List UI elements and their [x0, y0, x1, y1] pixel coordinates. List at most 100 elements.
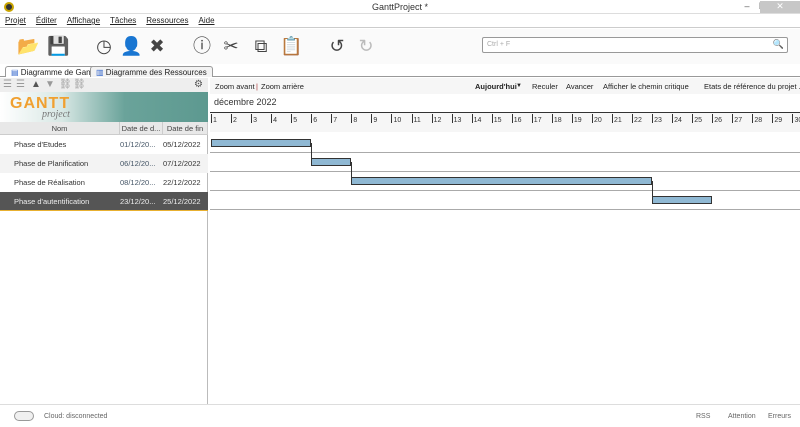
task-end: 05/12/2022: [163, 140, 201, 149]
day-tick: 30: [792, 114, 800, 124]
day-tick: 9: [371, 114, 377, 124]
menu-projet[interactable]: Projet: [5, 16, 26, 25]
day-tick: 25: [692, 114, 702, 124]
day-tick: 28: [752, 114, 762, 124]
zoom-in-link[interactable]: Zoom avant: [215, 82, 255, 91]
gantt-nav-bar: Zoom avant | Zoom arrière Aujourd'hui ▼ …: [210, 78, 800, 94]
search-icon[interactable]: 🔍: [773, 39, 784, 50]
task-name: Phase d'Etudes: [14, 140, 67, 149]
resources-tab-icon: ▥: [96, 68, 106, 77]
menu-affichage[interactable]: Affichage: [67, 16, 100, 25]
day-tick: 6: [311, 114, 317, 124]
errors-link[interactable]: Erreurs: [768, 413, 791, 420]
task-name: Phase de Réalisation: [14, 178, 85, 187]
title-bar: GanttProject * – ❐ ✕: [0, 0, 800, 14]
task-bar[interactable]: [652, 196, 713, 204]
menu-editer[interactable]: Éditer: [36, 16, 57, 25]
table-row-selected[interactable]: Phase d'autentification 23/12/20... 25/1…: [0, 192, 208, 211]
settings-gear-icon[interactable]: ⚙: [194, 79, 203, 90]
status-bar: Cloud: disconnected RSS Attention Erreur…: [0, 404, 800, 427]
day-tick: 2: [231, 114, 237, 124]
day-tick: 22: [632, 114, 642, 124]
today-dropdown[interactable]: Aujourd'hui: [475, 82, 517, 91]
move-up-icon[interactable]: ▲: [31, 79, 41, 90]
task-start: 06/12/20...: [120, 159, 156, 168]
back-link[interactable]: Reculer: [532, 82, 558, 91]
window-title: GanttProject *: [371, 2, 429, 12]
ganttproject-banner: GANTT project: [0, 92, 208, 122]
baselines-link[interactable]: Etats de référence du projet ...: [704, 82, 800, 91]
day-tick: 8: [351, 114, 357, 124]
outdent-icon[interactable]: ☰: [3, 79, 12, 90]
day-tick: 7: [331, 114, 337, 124]
day-tick: 3: [251, 114, 257, 124]
month-label: décembre 2022: [214, 97, 277, 107]
task-table-header: Nom Date de d... Date de fin: [0, 122, 208, 135]
day-tick: 10: [391, 114, 401, 124]
tab-gantt-label: Diagramme de Gantt: [20, 68, 96, 77]
day-tick: 15: [491, 114, 501, 124]
task-bar[interactable]: [211, 139, 312, 147]
column-name[interactable]: Nom: [0, 122, 120, 134]
save-icon[interactable]: 💾: [47, 35, 69, 57]
gantt-chart: Zoom avant | Zoom arrière Aujourd'hui ▼ …: [210, 78, 800, 404]
day-scale: 1 2 3 4 5 6 7 8 9 10 11 12 13 14 15 16 17 18 19 20 21 22 23 24 2…: [210, 112, 800, 132]
critical-path-link[interactable]: Afficher le chemin critique: [603, 82, 689, 91]
cloud-toggle[interactable]: [14, 411, 34, 421]
task-bar[interactable]: [311, 158, 352, 166]
task-panel: ☰ ☰ ▲ ▼ ⛓ ⛓ ⚙ GANTT project Nom Date de …: [0, 78, 208, 404]
link-icon[interactable]: ⛓: [59, 79, 72, 90]
forward-link[interactable]: Avancer: [566, 82, 593, 91]
column-start-date[interactable]: Date de d...: [120, 122, 163, 134]
info-icon[interactable]: ⓘ: [191, 35, 213, 57]
user-icon[interactable]: 👤: [120, 35, 142, 57]
table-row[interactable]: Phase de Planification 06/12/20... 07/12…: [0, 154, 208, 173]
cut-icon[interactable]: ✂: [220, 35, 242, 57]
task-start: 01/12/20...: [120, 140, 156, 149]
rss-link[interactable]: RSS: [696, 413, 710, 420]
indent-icon[interactable]: ☰: [16, 79, 25, 90]
day-tick: 18: [551, 114, 562, 124]
clock-icon[interactable]: ◷: [93, 35, 115, 57]
day-tick: 21: [612, 114, 622, 124]
day-tick: 1: [211, 114, 217, 124]
move-down-icon[interactable]: ▼: [45, 79, 55, 90]
zoom-out-link[interactable]: Zoom arrière: [261, 82, 304, 91]
unlink-icon[interactable]: ⛓: [73, 79, 86, 90]
table-row[interactable]: Phase de Réalisation 08/12/20... 22/12/2…: [0, 173, 208, 192]
close-button[interactable]: ✕: [760, 1, 800, 13]
copy-icon[interactable]: ⧉: [250, 35, 272, 57]
open-folder-icon[interactable]: 📂: [17, 35, 39, 57]
task-name: Phase d'autentification: [14, 196, 90, 206]
warnings-link[interactable]: Attention: [728, 413, 756, 420]
day-tick: 5: [291, 114, 297, 124]
day-tick: 11: [411, 114, 421, 124]
gantt-row: [210, 153, 800, 172]
menu-ressources[interactable]: Ressources: [146, 16, 188, 25]
table-row[interactable]: Phase d'Etudes 01/12/20... 05/12/2022: [0, 135, 208, 154]
gantt-rows: [210, 134, 800, 214]
redo-icon[interactable]: ↻: [355, 35, 377, 57]
menu-aide[interactable]: Aide: [199, 16, 215, 25]
column-end-date[interactable]: Date de fin: [163, 122, 208, 134]
day-tick: 17: [531, 114, 542, 124]
day-tick: 12: [431, 114, 441, 124]
chevron-down-icon[interactable]: ▼: [516, 83, 522, 89]
menu-taches[interactable]: Tâches: [110, 16, 136, 25]
day-tick: 29: [772, 114, 782, 124]
day-tick: 14: [471, 114, 481, 124]
paste-icon[interactable]: 📋: [280, 35, 302, 57]
delete-icon[interactable]: ✖: [146, 35, 168, 57]
search-placeholder: Ctrl + F: [487, 41, 511, 48]
tab-resources[interactable]: ▥ Diagramme des Ressources: [90, 66, 213, 77]
tab-gantt[interactable]: ▤ Diagramme de Gantt: [5, 66, 102, 77]
search-input[interactable]: Ctrl + F 🔍: [482, 37, 788, 53]
task-bar[interactable]: [351, 177, 653, 185]
day-tick: 16: [511, 114, 522, 124]
day-tick: 27: [732, 114, 742, 124]
undo-icon[interactable]: ↺: [326, 35, 348, 57]
task-toolbar: ☰ ☰ ▲ ▼ ⛓ ⛓ ⚙: [0, 78, 208, 92]
task-start: 08/12/20...: [120, 178, 156, 187]
tab-bar: ▤ Diagramme de Gantt ▥ Diagramme des Res…: [0, 64, 800, 77]
day-tick: 24: [672, 114, 682, 124]
